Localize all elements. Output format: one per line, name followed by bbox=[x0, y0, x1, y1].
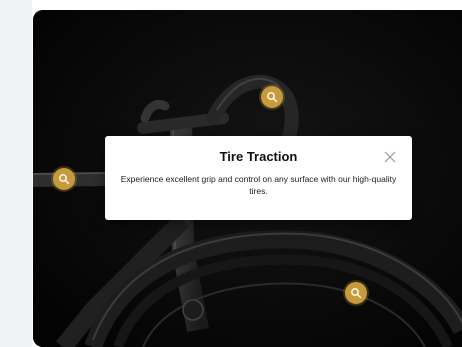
hotspot-handlebar[interactable] bbox=[261, 86, 283, 108]
product-image-card: Tire Traction Experience excellent grip … bbox=[33, 10, 462, 347]
hotspot-tire[interactable] bbox=[345, 282, 367, 304]
hotspot-frame[interactable] bbox=[53, 168, 75, 190]
search-icon bbox=[351, 288, 362, 299]
search-icon bbox=[59, 174, 70, 185]
popover-title: Tire Traction bbox=[219, 149, 298, 164]
page: Tire Traction Experience excellent grip … bbox=[0, 0, 462, 347]
popover-description: Experience excellent grip and control on… bbox=[120, 174, 397, 196]
hotspot-popover: Tire Traction Experience excellent grip … bbox=[105, 136, 412, 220]
side-panel bbox=[0, 0, 32, 347]
search-icon bbox=[267, 92, 278, 103]
close-icon[interactable] bbox=[384, 151, 396, 163]
